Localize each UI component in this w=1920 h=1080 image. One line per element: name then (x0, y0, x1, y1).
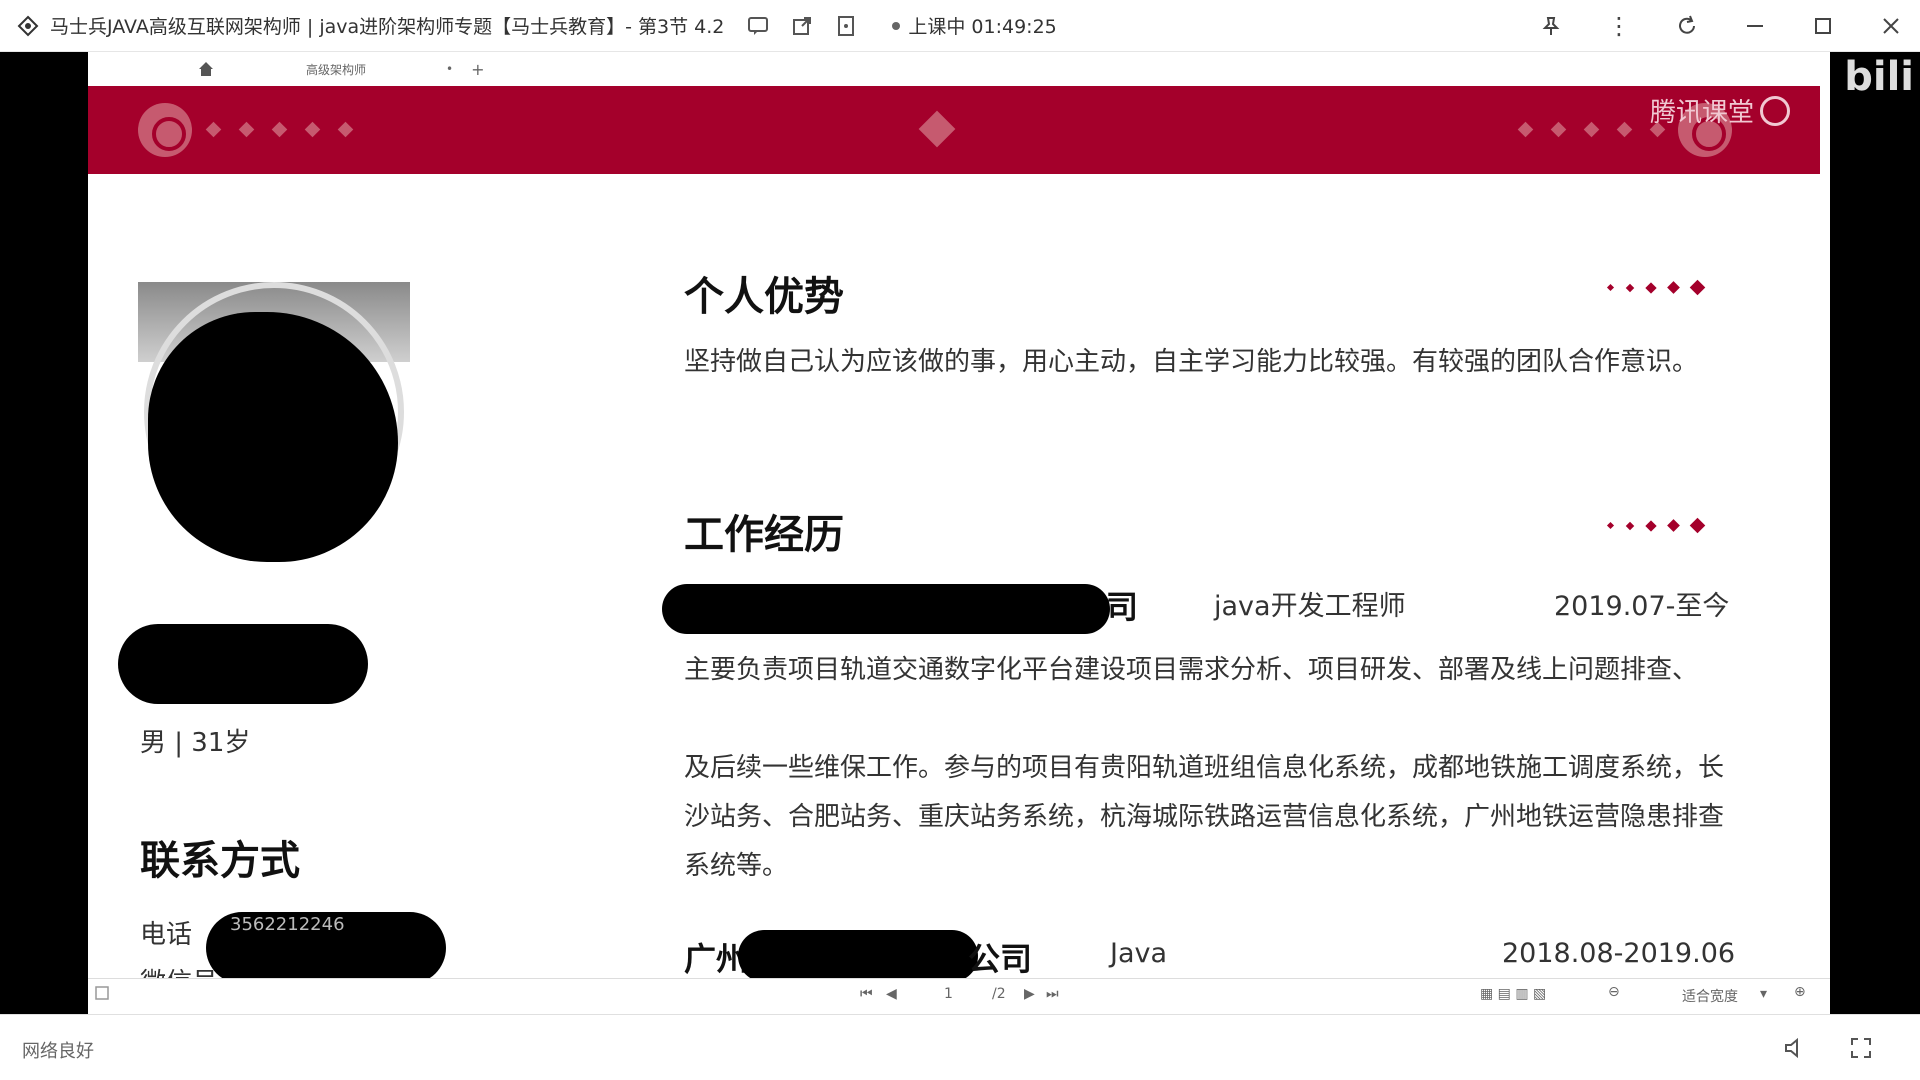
company2-name-tail: 公司 (968, 940, 1033, 978)
class-status-text: 上课中 01:49:25 (908, 16, 1057, 38)
viewer-tabstrip: 高级架构师 • + (88, 52, 1830, 86)
company1-name-tail: 司 (1106, 588, 1139, 626)
advantage-dots (1606, 279, 1706, 296)
company2-redaction (738, 930, 978, 982)
new-tab-button[interactable]: + (471, 60, 484, 79)
phone-number: 3562212246 (230, 914, 345, 935)
chat-icon[interactable] (746, 14, 770, 38)
pin-icon[interactable] (1536, 11, 1566, 41)
decor-circle-left-icon (138, 103, 192, 157)
last-page-icon[interactable]: ⏭ (1046, 986, 1059, 1002)
video-letterbox-right: bili (1830, 52, 1920, 1014)
tab-document[interactable]: 高级架构师 (306, 61, 366, 78)
prev-page-icon[interactable]: ◀ (886, 986, 897, 1002)
resume-header-band: 腾讯课堂 (88, 86, 1820, 174)
job1-desc-1: 主要负责项目轨道交通数字化平台建设项目需求分析、项目研发、部署及线上问题排查、 (684, 655, 1699, 685)
page-total: /2 (992, 986, 1006, 1002)
volume-icon[interactable] (1780, 1033, 1810, 1063)
work-dots (1606, 517, 1706, 534)
decor-diamonds-left (205, 121, 354, 138)
zoom-out-icon[interactable]: ⊖ (1608, 984, 1620, 1000)
next-page-icon[interactable]: ▶ (1024, 986, 1035, 1002)
fit-width-select[interactable]: 适合宽度 (1682, 986, 1738, 1006)
phone-label: 电话 (140, 920, 193, 950)
document-icon[interactable] (834, 14, 858, 38)
job1-date: 2019.07-至今 (1554, 591, 1730, 622)
bilibili-watermark: bili (1844, 54, 1914, 100)
pdf-viewer-toolbar: ⏮ ◀ 1 /2 ▶ ⏭ ▦ ▤ ▥ ▧ ⊖ 适合宽度 ▾ ⊕ (88, 978, 1830, 1010)
name-redaction (118, 624, 368, 704)
job1-role: java开发工程师 (1214, 591, 1406, 622)
work-heading: 工作经历 (684, 512, 844, 558)
home-icon[interactable] (196, 59, 216, 79)
page-current[interactable]: 1 (944, 986, 953, 1002)
zoom-in-icon[interactable]: ⊕ (1794, 984, 1806, 1000)
sidebar-toggle-icon[interactable] (94, 985, 110, 1005)
contact-heading: 联系方式 (140, 838, 300, 884)
decor-diamond-center-icon (918, 110, 956, 148)
company1-redaction (662, 584, 1110, 634)
class-status: 上课中 01:49:25 (892, 12, 1057, 39)
close-button[interactable] (1876, 11, 1906, 41)
share-icon[interactable] (790, 14, 814, 38)
minimize-button[interactable] (1740, 11, 1770, 41)
tencent-logo-icon (1760, 95, 1790, 126)
fit-dropdown-icon[interactable]: ▾ (1760, 986, 1767, 1002)
player-statusbar: 网络良好 (0, 1014, 1920, 1080)
app-logo-icon (14, 12, 42, 40)
more-icon[interactable]: ⋮ (1604, 11, 1634, 41)
maximize-button[interactable] (1808, 11, 1838, 41)
advantage-heading: 个人优势 (684, 274, 844, 320)
job2-date: 2018.08-2019.06 (1502, 938, 1736, 969)
live-dot-icon (892, 21, 901, 30)
resume-page: 男 | 31岁 联系方式 电话 3562212246 微信号 个人优势 坚持做自… (88, 174, 1820, 1010)
gender-age: 男 | 31岁 (140, 728, 251, 758)
avatar (138, 282, 410, 562)
job1-desc-2: 及后续一些维保工作。参与的项目有贵阳轨道班组信息化系统，成都地铁施工调度系统，长… (684, 753, 1725, 881)
tencent-watermark-text: 腾讯课堂 (1649, 98, 1754, 128)
tencent-classroom-watermark: 腾讯课堂 (1650, 92, 1790, 129)
advantage-text: 坚持做自己认为应该做的事，用心主动，自主学习能力比较强。有较强的团队合作意识。 (684, 347, 1699, 377)
tab-close-button[interactable]: • (446, 62, 453, 76)
network-status: 网络良好 (22, 1041, 94, 1062)
refresh-icon[interactable] (1672, 11, 1702, 41)
video-letterbox-left (0, 52, 88, 1014)
fullscreen-icon[interactable] (1846, 1033, 1876, 1063)
decor-diamonds-right (1517, 121, 1666, 138)
view-mode-icons[interactable]: ▦ ▤ ▥ ▧ (1480, 986, 1546, 1002)
window-title: 马士兵JAVA高级互联网架构师 | java进阶架构师专题【马士兵教育】- 第3… (50, 16, 725, 38)
window-titlebar: 马士兵JAVA高级互联网架构师 | java进阶架构师专题【马士兵教育】- 第3… (0, 0, 1920, 52)
job2-role: Java (1110, 938, 1168, 969)
first-page-icon[interactable]: ⏮ (860, 986, 873, 1002)
